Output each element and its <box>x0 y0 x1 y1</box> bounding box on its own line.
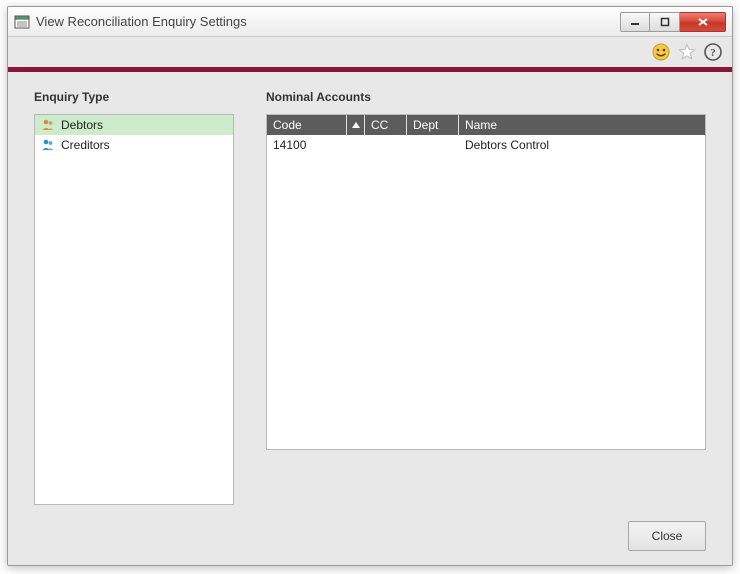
toolbar: ? <box>8 37 732 67</box>
enquiry-type-list[interactable]: Debtors Creditors <box>34 114 234 505</box>
nominal-accounts-heading: Nominal Accounts <box>266 90 706 104</box>
col-header-dept[interactable]: Dept <box>407 115 459 135</box>
smiley-icon[interactable] <box>652 43 670 61</box>
window-title: View Reconciliation Enquiry Settings <box>36 14 620 29</box>
window-close-button[interactable] <box>680 12 726 32</box>
enquiry-type-panel: Enquiry Type Debtors Creditors <box>34 90 234 505</box>
footer: Close <box>34 505 706 551</box>
app-window: View Reconciliation Enquiry Settings <box>7 6 733 566</box>
person-icon <box>41 138 55 152</box>
star-icon[interactable] <box>678 43 696 61</box>
content-area: Enquiry Type Debtors Creditors Nominal Ac… <box>8 72 732 565</box>
window-controls <box>620 12 726 32</box>
col-header-cc[interactable]: CC <box>365 115 407 135</box>
col-header-name[interactable]: Name <box>459 115 705 135</box>
col-header-code[interactable]: Code <box>267 115 347 135</box>
list-item[interactable]: Debtors <box>35 115 233 135</box>
grid-header: Code CC Dept Name <box>267 115 705 135</box>
sort-asc-icon <box>352 122 360 128</box>
title-bar: View Reconciliation Enquiry Settings <box>8 7 732 37</box>
enquiry-type-heading: Enquiry Type <box>34 90 234 104</box>
minimize-button[interactable] <box>620 12 650 32</box>
list-item-label: Debtors <box>61 118 103 132</box>
close-button[interactable]: Close <box>628 521 706 551</box>
person-icon <box>41 118 55 132</box>
table-row[interactable]: 14100 Debtors Control <box>267 135 705 155</box>
cell-dept <box>407 143 459 147</box>
maximize-button[interactable] <box>650 12 680 32</box>
columns: Enquiry Type Debtors Creditors Nominal Ac… <box>34 90 706 505</box>
cell-cc <box>365 143 407 147</box>
grid-body: 14100 Debtors Control <box>267 135 705 449</box>
app-icon <box>14 14 30 30</box>
nominal-accounts-panel: Nominal Accounts Code CC Dept Name 14100… <box>266 90 706 505</box>
svg-text:?: ? <box>710 47 716 59</box>
list-item-label: Creditors <box>61 138 110 152</box>
nominal-accounts-grid: Code CC Dept Name 14100 Debtors Control <box>266 114 706 450</box>
cell-name: Debtors Control <box>459 136 705 154</box>
list-item[interactable]: Creditors <box>35 135 233 155</box>
help-icon[interactable]: ? <box>704 43 722 61</box>
sort-indicator[interactable] <box>347 115 365 135</box>
cell-code: 14100 <box>267 136 347 154</box>
